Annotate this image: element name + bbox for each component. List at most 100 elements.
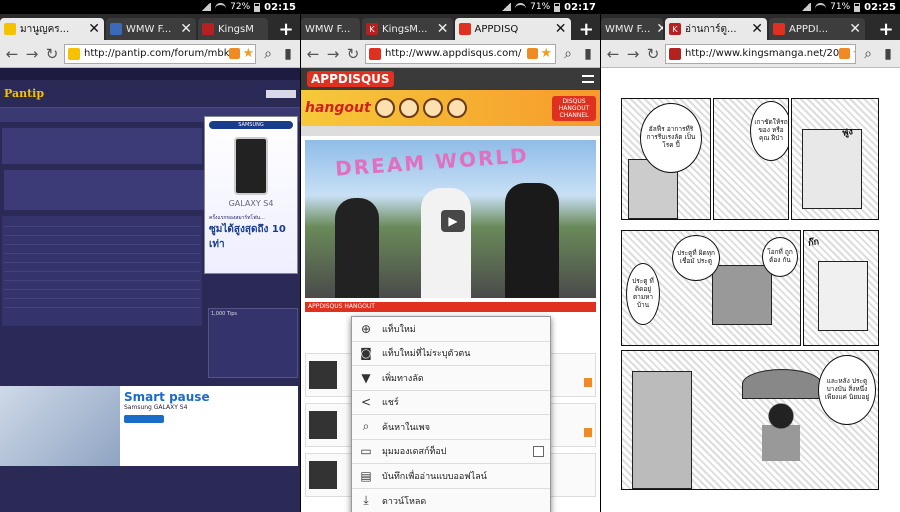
url-input[interactable]: http://pantip.com/forum/mbk ★ [64, 43, 256, 64]
back-icon[interactable]: ← [605, 45, 621, 63]
search-icon[interactable]: ⌕ [560, 46, 576, 62]
site-favicon-icon [369, 47, 381, 60]
globe-plus-icon: ⊕ [360, 321, 372, 336]
list-item[interactable] [4, 236, 200, 245]
favicon-icon: K [366, 23, 379, 35]
forward-icon[interactable]: → [325, 45, 341, 63]
close-icon[interactable]: ✕ [650, 21, 663, 37]
appdisqus-logo[interactable]: APPDISQUS [307, 71, 394, 87]
video-title-bar[interactable]: APPDISQUS HANGOUT [305, 302, 596, 312]
tab-wmw[interactable]: WMW F... [301, 18, 361, 40]
ad-button[interactable] [124, 415, 164, 423]
close-icon[interactable]: ✕ [745, 21, 763, 37]
star-icon[interactable]: ★ [242, 46, 254, 61]
tab-kingsmanga[interactable]: KingsM [198, 18, 268, 40]
reload-icon[interactable]: ↻ [645, 45, 661, 63]
hangout-banner[interactable]: hangout DISQUS HANGOUT CHANNEL [301, 90, 600, 126]
star-icon[interactable]: ★ [540, 46, 552, 61]
list-item[interactable] [4, 227, 200, 236]
reload-icon[interactable]: ↻ [44, 45, 60, 63]
search-icon[interactable]: ⌕ [860, 46, 876, 62]
browser-panel-kingsmanga: 71% 02:25 WMW F...✕ Kอ่านการ์ตู...✕ APPD… [600, 0, 900, 512]
menu-item-new-tab[interactable]: ⊕ แท็บใหม่ [352, 317, 550, 342]
menu-item-find-in-page[interactable]: ⌕ ค้นหาในเพจ [352, 415, 550, 440]
close-icon[interactable]: ✕ [82, 21, 100, 37]
bookmarks-icon[interactable]: ▮ [580, 46, 596, 62]
tab-label: มานูญคร... [20, 23, 70, 35]
back-icon[interactable]: ← [305, 45, 321, 63]
reload-icon[interactable]: ↻ [345, 45, 361, 63]
signal-icon [501, 3, 512, 11]
rss-icon[interactable] [527, 48, 539, 59]
samsung-ad[interactable]: SAMSUNG GALAXY S4 ครั้งแรกของสมาร์ทโฟน..… [204, 116, 298, 274]
tab-pantip[interactable]: มานูญคร... ✕ [0, 18, 104, 40]
close-icon[interactable]: ✕ [174, 21, 192, 37]
menu-item-download[interactable]: ⤓ ดาวน์โหลด [352, 489, 550, 512]
rss-icon[interactable] [839, 48, 851, 59]
play-icon[interactable]: ▶ [441, 210, 465, 232]
url-input[interactable]: http://www.kingsmanga.net/20 ★ [665, 43, 856, 64]
new-tab-button[interactable]: + [872, 18, 900, 40]
close-icon[interactable]: ✕ [843, 21, 861, 37]
tab-appdisqus[interactable]: APPDI... ✕ [769, 18, 865, 40]
tab-appdisqus[interactable]: APPDISQ ✕ [454, 18, 571, 40]
menu-item-incognito-tab[interactable]: ◙ แท็บใหม่ที่ไม่ระบุตัวตน [352, 342, 550, 366]
new-tab-button[interactable]: + [272, 18, 300, 40]
list-item[interactable] [4, 254, 200, 263]
list-item[interactable] [4, 299, 200, 308]
manga-panel: ประตูที่ ผิดทุกเชื่อมั ประตู ประตู ที่ ต… [621, 230, 801, 346]
smart-pause-ad[interactable]: Smart pause Samsung GALAXY S4 [0, 386, 298, 466]
tab-kingsmanga[interactable]: K KingsM... ✕ [362, 18, 453, 40]
list-item[interactable] [4, 281, 200, 290]
sound-effect: ฟูง [841, 127, 854, 139]
list-item[interactable] [4, 272, 200, 281]
list-item[interactable] [4, 245, 200, 254]
tab-strip: WMW F...✕ Kอ่านการ์ตู...✕ APPDI...✕ + [601, 14, 900, 40]
menu-icon[interactable] [582, 75, 594, 83]
promo-text: ครั้งแรกของสมาร์ทโฟน... [209, 215, 265, 221]
new-tab-button[interactable]: + [573, 18, 600, 40]
menu-item-share[interactable]: < แชร์ [352, 391, 550, 415]
tab-wmw[interactable]: WMW F...✕ [601, 18, 663, 40]
tab-strip: มานูญคร... ✕ WMW F... ✕ KingsM + [0, 14, 300, 40]
site-favicon-icon [669, 47, 681, 60]
star-icon[interactable]: ★ [852, 46, 855, 61]
url-input[interactable]: http://www.appdisqus.com/ ★ [365, 43, 556, 64]
back-icon[interactable]: ← [4, 45, 20, 63]
video-player[interactable]: DREAM WORLD ▶ [305, 140, 596, 298]
pantip-search-input[interactable] [266, 89, 296, 98]
desktop-view-checkbox[interactable] [533, 445, 544, 457]
close-icon[interactable]: ✕ [431, 21, 449, 37]
menu-item-label: ค้นหาในเพจ [382, 422, 430, 433]
status-bar: 72% 02:15 [0, 0, 300, 14]
bookmarks-icon[interactable]: ▮ [280, 46, 296, 62]
screenshot-collage: 72% 02:15 มานูญคร... ✕ WMW F... ✕ KingsM +… [0, 0, 900, 512]
ad-image [0, 386, 120, 466]
sound-effect: ก๊ก [807, 237, 820, 249]
cartoon-face-icon [374, 98, 395, 118]
mailbox [818, 261, 868, 331]
clock: 02:15 [264, 1, 296, 13]
pantip-logo[interactable]: Pantip [4, 87, 44, 100]
galaxy-label: GALAXY S4 [228, 199, 274, 208]
menu-item-label: บันทึกเพื่ออ่านแบบออฟไลน์ [382, 471, 487, 482]
menu-item-desktop-view[interactable]: ▭ มุมมองเดสก์ท็อป [352, 440, 550, 464]
list-item[interactable] [4, 263, 200, 272]
list-item[interactable] [4, 218, 200, 227]
menu-item-save-offline[interactable]: ▤ บันทึกเพื่ออ่านแบบออฟไลน์ [352, 464, 550, 489]
menu-item-add-shortcut[interactable]: ▼ เพิ่มทางลัด [352, 366, 550, 391]
menu-item-label: ดาวน์โหลด [382, 496, 427, 507]
list-item[interactable] [4, 290, 200, 299]
tab-label: WMW F... [305, 23, 351, 35]
bookmarks-icon[interactable]: ▮ [880, 46, 896, 62]
tab-label: APPDISQ [474, 23, 519, 35]
forward-icon[interactable]: → [625, 45, 641, 63]
forward-icon[interactable]: → [24, 45, 40, 63]
rss-icon[interactable] [229, 48, 241, 59]
thumbnail [309, 411, 337, 439]
tips-box[interactable]: 1,000 Tips [208, 308, 298, 378]
tab-wmw[interactable]: WMW F...✕ [106, 18, 196, 40]
close-icon[interactable]: ✕ [549, 21, 567, 37]
tab-kingsmanga[interactable]: K อ่านการ์ตู... ✕ [665, 18, 767, 40]
search-icon[interactable]: ⌕ [260, 46, 276, 62]
